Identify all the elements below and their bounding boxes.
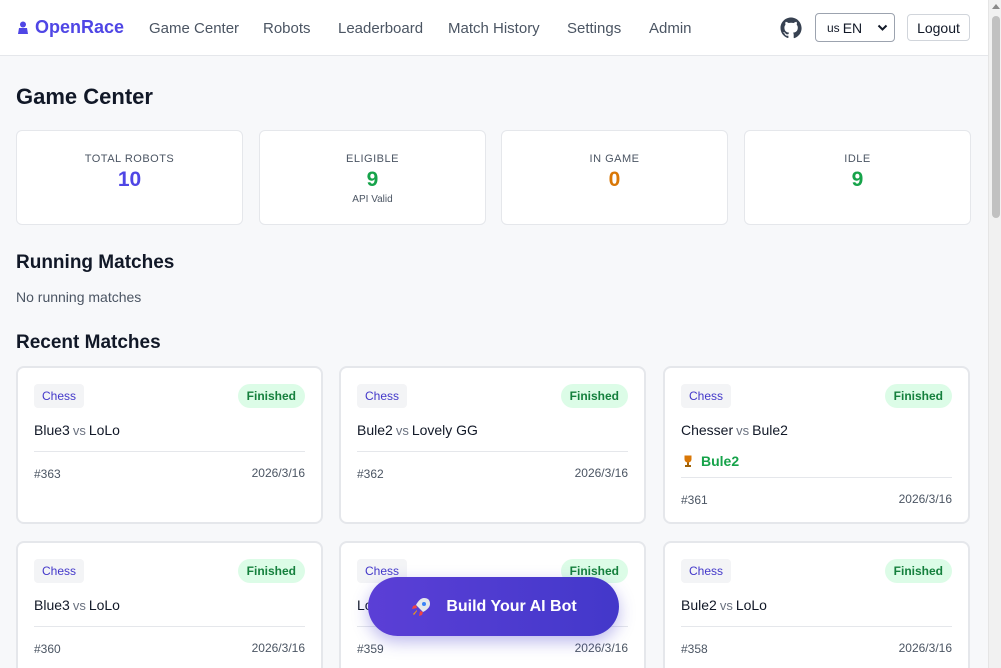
- rocket-icon: [412, 597, 431, 616]
- scroll-up-arrow[interactable]: [992, 4, 1000, 9]
- nav-match-history[interactable]: Match History: [448, 20, 540, 37]
- player-one: Blue3: [34, 597, 70, 613]
- match-date: 2026/3/16: [574, 466, 628, 480]
- match-id: #361: [681, 493, 708, 507]
- chevron-down-icon: [877, 24, 888, 31]
- winner-label: Bule2: [681, 453, 739, 469]
- stat-label: ELIGIBLE: [346, 153, 399, 165]
- flag-icon: us: [827, 20, 840, 35]
- recent-matches-heading: Recent Matches: [16, 332, 161, 353]
- build-ai-bot-label: Build Your AI Bot: [446, 597, 577, 615]
- stat-card-idle: IDLE 9: [744, 130, 971, 225]
- stat-card-in-game: IN GAME 0: [501, 130, 728, 225]
- game-tag: Chess: [34, 384, 85, 408]
- vs-label: vs: [736, 423, 750, 438]
- stat-value: 10: [117, 168, 142, 191]
- stat-label: TOTAL ROBOTS: [84, 153, 175, 165]
- brand-name: OpenRace: [35, 17, 125, 37]
- nav-admin[interactable]: Admin: [649, 20, 692, 37]
- match-date: 2026/3/16: [898, 492, 952, 506]
- scrollbar-thumb[interactable]: [992, 16, 1000, 218]
- nav-game-center[interactable]: Game Center: [149, 20, 239, 37]
- robot-icon: [18, 21, 28, 34]
- status-badge: Finished: [560, 384, 628, 408]
- player-two: Bule2: [752, 422, 788, 438]
- language-label: EN: [842, 19, 863, 36]
- match-players: Blue3 vs LoLo: [34, 422, 120, 438]
- match-id: #362: [357, 467, 384, 481]
- stat-value: 9: [366, 168, 379, 191]
- match-players: Chesser vs Bule2: [681, 422, 788, 438]
- match-card-363[interactable]: Chess Finished Blue3 vs LoLo #363 2026/3/1…: [16, 366, 323, 524]
- brand-logo[interactable]: OpenRace: [17, 17, 124, 38]
- top-nav: OpenRace Game Center Robots Leaderboard …: [0, 0, 988, 56]
- vs-label: vs: [395, 423, 409, 438]
- build-ai-bot-button[interactable]: Build Your AI Bot: [368, 577, 619, 636]
- status-badge: Finished: [884, 384, 952, 408]
- stat-value: 9: [851, 168, 864, 191]
- status-badge: Finished: [884, 559, 952, 583]
- language-select[interactable]: us EN: [815, 13, 895, 42]
- logout-button[interactable]: Logout: [907, 14, 970, 41]
- player-two: Lovely GG: [411, 422, 478, 438]
- match-id: #360: [34, 642, 61, 656]
- player-one: Bule2: [357, 422, 393, 438]
- trophy-icon: [684, 455, 692, 467]
- stat-subtext: API Valid: [352, 194, 393, 205]
- match-id: #359: [357, 642, 384, 656]
- match-date: 2026/3/16: [574, 641, 628, 655]
- card-divider: [681, 626, 952, 627]
- player-one: Blue3: [34, 422, 70, 438]
- card-divider: [34, 451, 305, 452]
- nav-leaderboard[interactable]: Leaderboard: [338, 20, 423, 37]
- stat-card-total-robots: TOTAL ROBOTS 10: [16, 130, 243, 225]
- winner-name: Bule2: [701, 453, 740, 469]
- stat-card-eligible: ELIGIBLE 9 API Valid: [259, 130, 486, 225]
- stat-label: IDLE: [844, 153, 871, 165]
- match-players: Bule2 vs Lovely GG: [357, 422, 478, 438]
- player-two: LoLo: [735, 597, 767, 613]
- nav-settings[interactable]: Settings: [567, 20, 621, 37]
- game-tag: Chess: [681, 559, 732, 583]
- card-divider: [357, 451, 628, 452]
- player-one: Bule2: [681, 597, 717, 613]
- match-players: Bule2 vs LoLo: [681, 597, 767, 613]
- player-two: LoLo: [88, 422, 120, 438]
- page-scrollbar[interactable]: [988, 0, 1001, 668]
- match-date: 2026/3/16: [251, 641, 305, 655]
- match-card-360[interactable]: Chess Finished Blue3 vs LoLo #360 2026/3/1…: [16, 541, 323, 668]
- status-badge: Finished: [237, 384, 305, 408]
- stat-value: 0: [608, 168, 621, 191]
- nav-robots[interactable]: Robots: [263, 20, 311, 37]
- vs-label: vs: [719, 598, 733, 613]
- card-divider: [34, 626, 305, 627]
- page-title: Game Center: [16, 84, 153, 109]
- match-card-358[interactable]: Chess Finished Bule2 vs LoLo #358 2026/3/1…: [663, 541, 970, 668]
- game-tag: Chess: [34, 559, 85, 583]
- stat-label: IN GAME: [589, 153, 640, 165]
- status-badge: Finished: [237, 559, 305, 583]
- match-date: 2026/3/16: [251, 466, 305, 480]
- match-date: 2026/3/16: [898, 641, 952, 655]
- vs-label: vs: [72, 598, 86, 613]
- match-players: Blue3 vs LoLo: [34, 597, 120, 613]
- vs-label: vs: [72, 423, 86, 438]
- running-matches-heading: Running Matches: [16, 252, 175, 273]
- match-id: #358: [681, 642, 708, 656]
- empty-state-text: No running matches: [16, 289, 142, 305]
- match-card-361[interactable]: Chess Finished Chesser vs Bule2 Bule2 #361…: [663, 366, 970, 524]
- game-tag: Chess: [681, 384, 732, 408]
- match-id: #363: [34, 467, 61, 481]
- game-tag: Chess: [357, 384, 408, 408]
- player-two: LoLo: [88, 597, 120, 613]
- match-card-362[interactable]: Chess Finished Bule2 vs Lovely GG #362 202…: [339, 366, 646, 524]
- player-one: Chesser: [681, 422, 734, 438]
- github-icon[interactable]: [779, 16, 803, 40]
- card-divider: [681, 477, 952, 478]
